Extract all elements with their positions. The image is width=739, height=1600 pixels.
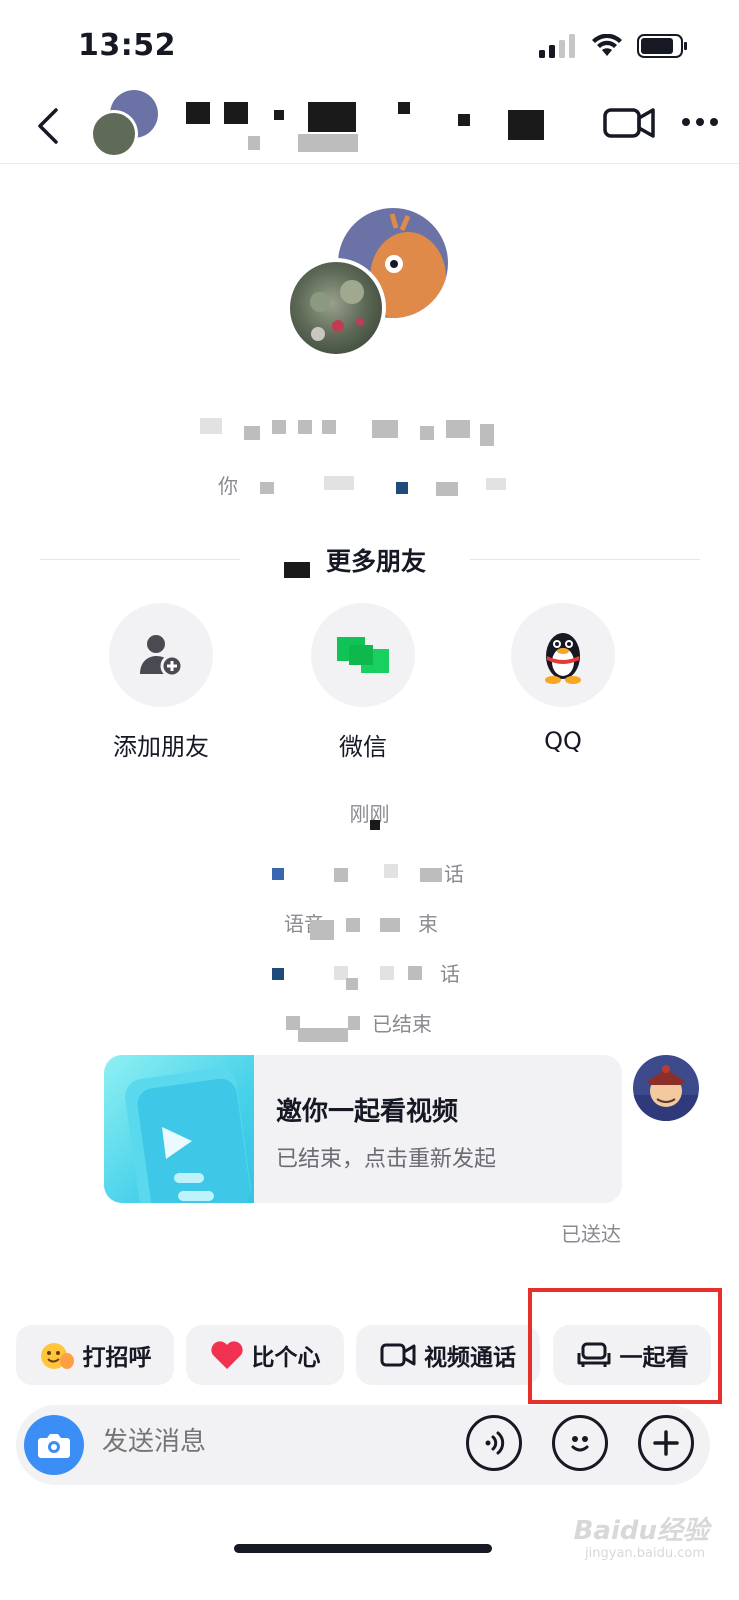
chip-label: 比个心	[251, 1345, 321, 1371]
video-call-chip[interactable]: 视频通话	[356, 1325, 540, 1385]
divider-line	[40, 559, 240, 560]
play-video-icon	[125, 1068, 251, 1203]
profile-subtitle	[214, 468, 514, 498]
more-options-button[interactable]	[638, 1415, 694, 1471]
share-label: 微信	[339, 733, 387, 761]
share-label: QQ	[544, 727, 582, 755]
plus-icon	[653, 1430, 679, 1456]
chip-label: 打招呼	[82, 1345, 152, 1371]
share-add-friend[interactable]: 添加朋友	[101, 603, 221, 762]
chevron-left-icon	[38, 108, 58, 144]
watch-together-subtitle[interactable]: 已结束，点击重新发起	[276, 1141, 496, 1173]
share-options: 添加朋友 微信 QQ	[0, 603, 739, 763]
wave-hand-icon	[40, 1343, 74, 1369]
camera-button[interactable]	[24, 1415, 84, 1475]
message-input[interactable]	[102, 1427, 442, 1457]
heart-chip[interactable]: 比个心	[186, 1325, 344, 1385]
message-composer	[16, 1405, 710, 1485]
heart-icon	[210, 1341, 243, 1369]
emoji-button[interactable]	[552, 1415, 608, 1471]
watch-together-title: 邀你一起看视频	[276, 1097, 459, 1127]
add-friend-button[interactable]	[109, 603, 213, 707]
system-message-text: 话	[440, 962, 460, 986]
chat-title	[178, 96, 558, 156]
user-avatar-icon	[633, 1065, 699, 1121]
home-indicator	[234, 1544, 492, 1553]
status-bar: 13:52	[0, 0, 739, 90]
avatar[interactable]	[633, 1055, 699, 1121]
watermark-url: jingyan.baidu.com	[585, 1546, 705, 1561]
share-label: 添加朋友	[113, 733, 209, 761]
header-actions	[603, 104, 719, 140]
wechat-button[interactable]	[311, 603, 415, 707]
watch-together-card[interactable]: 邀你一起看视频 已结束，点击重新发起	[104, 1055, 622, 1203]
signal-icon	[539, 34, 575, 58]
qq-button[interactable]	[511, 603, 615, 707]
header-avatar-group[interactable]	[90, 90, 170, 160]
avatar	[90, 110, 138, 158]
share-qq[interactable]: QQ	[503, 603, 623, 755]
composer-actions	[466, 1415, 694, 1471]
chip-label: 视频通话	[424, 1345, 516, 1371]
system-message-text: 已结束	[372, 1012, 432, 1036]
more-friends-divider: 更多朋友	[40, 540, 700, 580]
watermark-logo: Baidu经验	[573, 1516, 709, 1546]
voice-icon	[485, 1431, 505, 1455]
share-wechat[interactable]: 微信	[303, 603, 423, 762]
voice-button[interactable]	[466, 1415, 522, 1471]
watch-together-message: 邀你一起看视频 已结束，点击重新发起	[0, 1055, 739, 1205]
video-call-icon	[380, 1343, 416, 1367]
chat-header	[0, 90, 739, 164]
video-camera-icon[interactable]	[603, 104, 655, 140]
wifi-icon	[592, 34, 622, 56]
back-button[interactable]	[28, 104, 68, 148]
watch-together-thumbnail	[104, 1055, 254, 1203]
qq-penguin-icon	[545, 633, 581, 684]
more-icon[interactable]	[681, 117, 719, 127]
camera-icon	[38, 1434, 70, 1458]
battery-icon	[637, 34, 687, 58]
flower-photo-icon	[310, 280, 364, 341]
profile-name	[200, 412, 530, 448]
section-heading: 更多朋友	[326, 547, 427, 576]
avatar	[286, 258, 386, 358]
divider-line	[470, 559, 700, 560]
wechat-icon	[337, 637, 389, 673]
annotation-highlight	[528, 1288, 722, 1404]
status-icons	[539, 34, 689, 58]
emoji-icon	[571, 1436, 589, 1452]
delivery-status: 已送达	[561, 1222, 621, 1246]
add-friend-icon	[140, 635, 184, 678]
status-time: 13:52	[78, 28, 176, 63]
system-message-tail: 束	[418, 912, 438, 936]
profile-avatar-group[interactable]	[286, 208, 456, 358]
system-message-text: 话	[444, 862, 464, 886]
greet-chip[interactable]: 打招呼	[16, 1325, 174, 1385]
